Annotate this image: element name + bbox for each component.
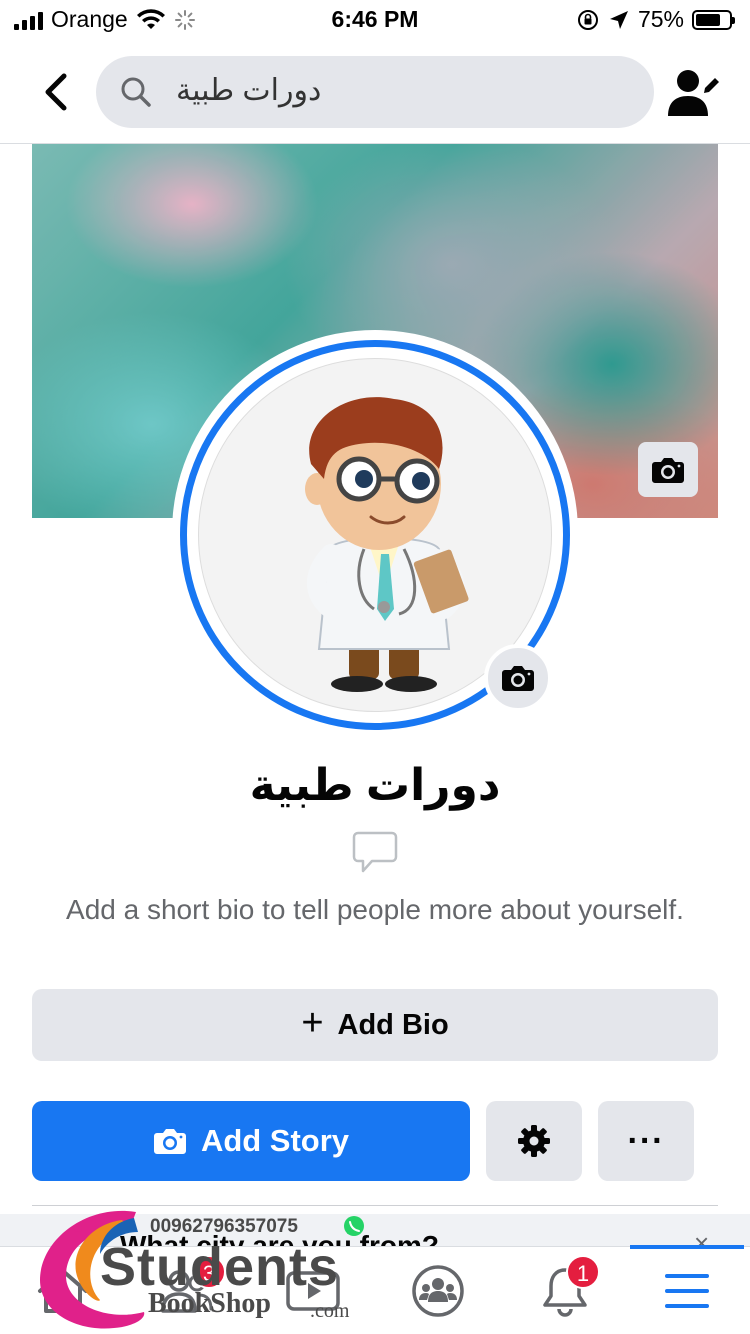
more-options-button[interactable]: ··· (598, 1101, 694, 1181)
plus-icon: + (301, 1002, 324, 1044)
more-icon: ··· (627, 1121, 665, 1160)
add-bio-button[interactable]: + Add Bio (32, 989, 718, 1061)
camera-icon (153, 1129, 186, 1154)
tab-groups[interactable] (383, 1247, 493, 1334)
groups-icon (412, 1265, 464, 1317)
search-icon (121, 77, 151, 107)
status-bar: Orange 6:46 PM 75% (0, 0, 750, 40)
home-icon (38, 1269, 88, 1313)
back-button[interactable] (34, 68, 78, 116)
add-story-button[interactable]: Add Story (32, 1101, 470, 1181)
add-bio-label: Add Bio (337, 1008, 449, 1041)
gear-icon (518, 1125, 550, 1157)
avatar-camera-button[interactable] (484, 644, 552, 712)
status-right: 75% (576, 6, 735, 33)
location-arrow-icon (609, 10, 628, 29)
edit-profile-button[interactable] (668, 66, 722, 118)
notifications-badge: 1 (566, 1255, 600, 1289)
cover-camera-button[interactable] (638, 442, 698, 497)
battery-percent: 75% (637, 6, 684, 32)
search-input[interactable]: دورات طبية (96, 56, 654, 128)
section-divider (32, 1205, 718, 1206)
tab-notifications[interactable]: 1 (510, 1247, 620, 1334)
nav-bar: دورات طبية (0, 40, 750, 144)
settings-button[interactable] (486, 1101, 582, 1181)
watermark-line2: BookShop (148, 1288, 271, 1319)
battery-fill (696, 13, 720, 26)
speech-bubble-icon (352, 831, 398, 873)
close-icon[interactable]: × (694, 1228, 709, 1246)
edit-profile-icon (668, 70, 719, 116)
add-story-label: Add Story (200, 1123, 350, 1158)
profile-name: دورات طبية (249, 761, 501, 810)
search-text: دورات طبية (176, 74, 322, 107)
orientation-lock-icon (577, 9, 598, 30)
tab-menu[interactable] (632, 1247, 742, 1334)
chevron-left-icon (45, 73, 67, 111)
camera-icon (652, 457, 684, 483)
camera-icon (502, 666, 534, 691)
menu-icon (665, 1274, 709, 1308)
bio-hint-text: Add a short bio to tell people more abou… (66, 894, 684, 925)
watermark-phone: 00962796357075 (150, 1216, 298, 1237)
battery-icon (692, 9, 735, 30)
watermark-suffix: .com (310, 1300, 350, 1322)
